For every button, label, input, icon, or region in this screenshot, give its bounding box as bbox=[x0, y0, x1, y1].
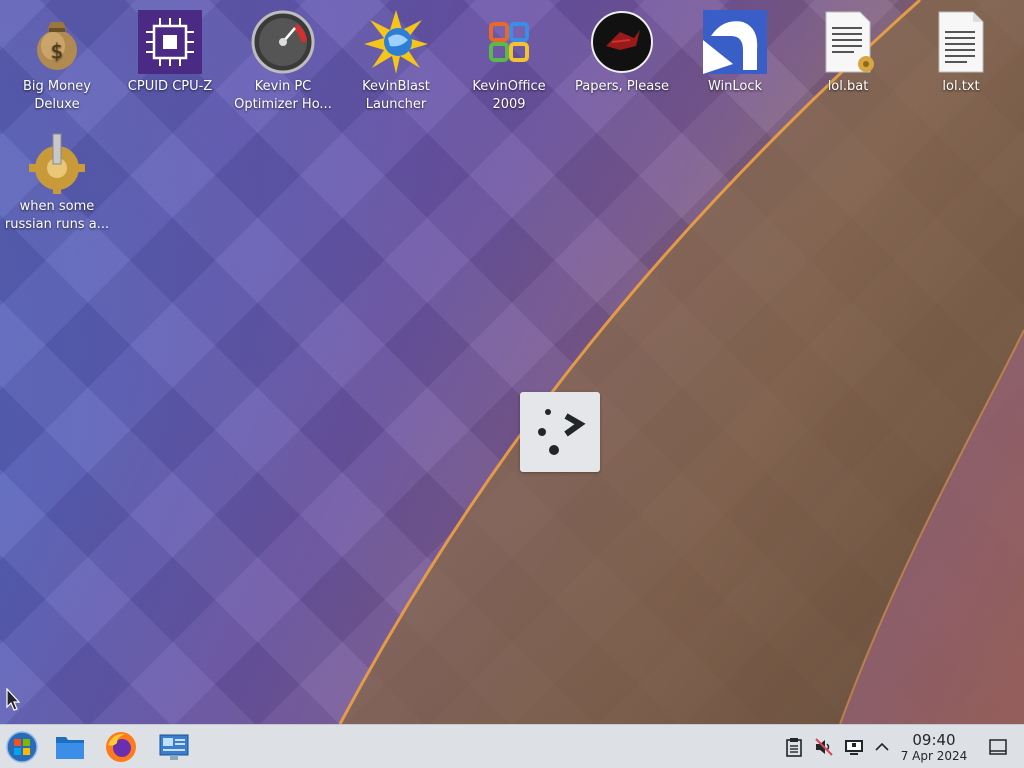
firefox-icon bbox=[106, 732, 136, 762]
icon-label: KevinOffice 2009 bbox=[472, 79, 546, 112]
taskbar: 09:40 7 Apr 2024 bbox=[0, 724, 1024, 768]
desktop-icon-lol-bat[interactable]: lol.bat bbox=[793, 4, 903, 96]
winlock-icon bbox=[703, 10, 767, 74]
icon-label: lol.txt bbox=[942, 79, 980, 94]
display-tray[interactable] bbox=[844, 737, 864, 757]
svg-text:$: $ bbox=[51, 39, 64, 63]
office-logo-icon bbox=[477, 10, 541, 74]
windows-orb-icon bbox=[6, 731, 38, 763]
icon-label: CPUID CPU-Z bbox=[127, 79, 213, 94]
icon-label: KevinBlast Launcher bbox=[362, 79, 430, 112]
icon-label: lol.bat bbox=[827, 79, 869, 94]
clock-time: 09:40 bbox=[912, 731, 956, 749]
remote-desktop-icon bbox=[159, 734, 189, 760]
clock-date: 7 Apr 2024 bbox=[900, 749, 968, 763]
desktop-icon-winlock[interactable]: WinLock bbox=[680, 4, 790, 96]
icon-label: Big Money Deluxe bbox=[22, 79, 91, 112]
desktop-icon-big-money-deluxe[interactable]: $ Big Money Deluxe bbox=[2, 4, 112, 114]
clipboard-icon bbox=[786, 738, 802, 757]
desktop-icon-kevinoffice-2009[interactable]: KevinOffice 2009 bbox=[454, 4, 564, 114]
icon-label: when some russian runs a... bbox=[4, 199, 110, 232]
monitor-icon bbox=[845, 740, 863, 755]
batch-file-icon bbox=[816, 10, 880, 74]
firefox-button[interactable] bbox=[105, 731, 137, 763]
icon-label: Papers, Please bbox=[574, 79, 670, 94]
chevron-up-icon bbox=[875, 742, 889, 751]
desktop-icon-when-some-russian[interactable]: when some russian runs a... bbox=[2, 124, 112, 234]
desktop-icon-cpuid-cpu-z[interactable]: CPUID CPU-Z bbox=[115, 4, 225, 96]
desktop-icon-kevin-pc-optimizer[interactable]: Kevin PC Optimizer Ho... bbox=[228, 4, 338, 114]
remote-desktop-button[interactable] bbox=[158, 731, 190, 763]
expand-tray-button[interactable] bbox=[872, 737, 892, 757]
digital-clock[interactable]: 09:40 7 Apr 2024 bbox=[896, 731, 972, 763]
launch-feedback-indicator bbox=[520, 392, 600, 472]
launch-feedback-icon bbox=[538, 409, 586, 455]
desktop-icon-lol-txt[interactable]: lol.txt bbox=[906, 4, 1016, 96]
papers-please-icon bbox=[590, 10, 654, 74]
volume-tray[interactable] bbox=[814, 737, 834, 757]
file-manager-button[interactable] bbox=[54, 731, 86, 763]
money-bag-icon: $ bbox=[25, 10, 89, 74]
text-file-icon bbox=[929, 10, 993, 74]
speedometer-icon bbox=[251, 10, 315, 74]
starburst-globe-icon bbox=[364, 10, 428, 74]
mouse-cursor bbox=[6, 687, 22, 716]
folder-icon bbox=[56, 737, 84, 759]
speaker-muted-icon bbox=[815, 738, 833, 756]
desktop-icon-papers-please[interactable]: Papers, Please bbox=[567, 4, 677, 96]
clipboard-tray[interactable] bbox=[784, 737, 804, 757]
icon-label: WinLock bbox=[707, 79, 763, 94]
icon-label: Kevin PC Optimizer Ho... bbox=[234, 79, 332, 112]
show-desktop-button[interactable] bbox=[988, 737, 1008, 757]
start-menu-button[interactable] bbox=[6, 731, 38, 763]
cpu-chip-icon bbox=[138, 10, 202, 74]
gear-joystick-icon bbox=[25, 130, 89, 194]
show-desktop-icon bbox=[989, 739, 1007, 755]
desktop-icon-kevinblast-launcher[interactable]: KevinBlast Launcher bbox=[341, 4, 451, 114]
